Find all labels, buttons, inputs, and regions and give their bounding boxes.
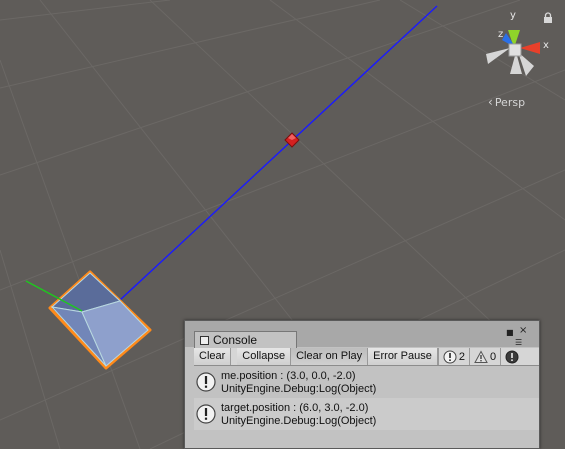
z-axis-label: z [498,29,504,40]
log-stack-trace: UnityEngine.Debug:Log(Object) [221,415,377,427]
warning-filter-toggle[interactable]: 0 [468,348,500,365]
console-tab[interactable]: Console [194,331,297,348]
info-icon [196,372,216,392]
warning-count: 0 [489,350,497,363]
info-filter-toggle[interactable]: 2 [437,348,469,365]
log-message: me.position : (3.0, 0.0, -2.0) [221,370,356,382]
info-count: 2 [458,350,465,363]
info-icon [196,404,216,424]
gizmo-center-cube[interactable] [508,43,522,57]
collapse-button[interactable]: Collapse [237,348,292,365]
log-stack-trace: UnityEngine.Debug:Log(Object) [221,383,377,395]
console-tab-bar: Console ■ × ☰ [185,321,539,348]
console-icon [200,335,209,345]
info-icon [443,350,457,363]
maximize-icon[interactable]: ■ [506,329,514,337]
lock-icon[interactable] [543,12,553,24]
clear-button[interactable]: Clear [194,348,232,365]
console-toolbar: Clear Collapse Clear on Play Error Pause… [194,348,539,366]
y-axis-label: y [510,10,516,21]
warning-icon [474,349,488,363]
chevron-left-icon: ‹ [488,95,493,109]
console-window[interactable]: Console ■ × ☰ Clear Collapse Clear on Pl… [184,320,540,449]
error-icon [505,350,519,363]
console-title: Console [213,333,258,347]
window-menu-icon[interactable]: ☰ [515,339,522,347]
log-message: target.position : (6.0, 3.0, -2.0) [221,402,369,414]
projection-label: Persp [494,96,526,109]
log-list[interactable]: me.position : (3.0, 0.0, -2.0) UnityEngi… [194,366,539,448]
log-entry[interactable]: me.position : (3.0, 0.0, -2.0) UnityEngi… [194,366,539,398]
error-filter-toggle[interactable] [500,348,523,365]
close-icon[interactable]: × [519,326,527,336]
log-entry[interactable]: target.position : (6.0, 3.0, -2.0) Unity… [194,398,539,430]
error-pause-button[interactable]: Error Pause [368,348,438,365]
projection-toggle[interactable]: ‹ Persp [488,96,525,109]
clear-on-play-button[interactable]: Clear on Play [291,348,369,365]
x-axis-label: x [543,40,549,51]
